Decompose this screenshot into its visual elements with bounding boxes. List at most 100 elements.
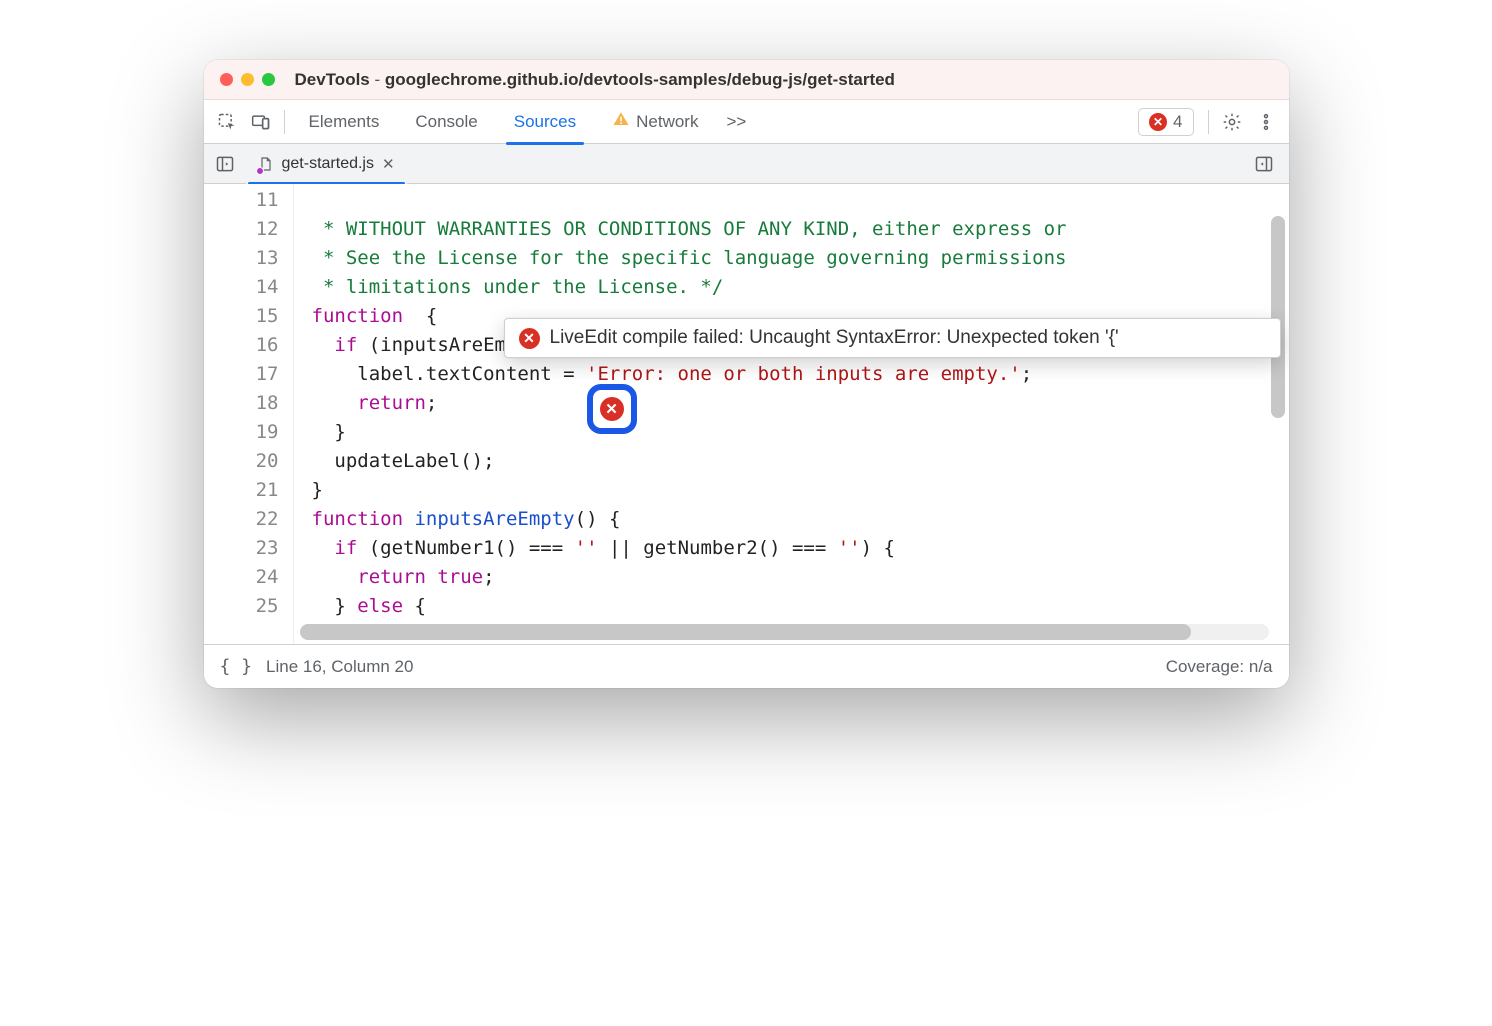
horizontal-scrollbar[interactable] [300,624,1269,640]
show-debugger-button[interactable] [1247,149,1281,179]
line-number[interactable]: 24 [204,563,293,592]
line-number[interactable]: 15 [204,302,293,331]
code-content[interactable]: * WITHOUT WARRANTIES OR CONDITIONS OF AN… [294,184,1275,620]
modified-dot-icon [256,167,264,175]
code-line: updateLabel(); [312,450,495,472]
tab-label: Console [415,112,477,132]
code-line: * limitations under the License. */ [312,276,724,298]
code-token: ; [1021,363,1032,385]
vertical-scrollbar[interactable] [1271,216,1285,620]
error-tooltip: ✕ LiveEdit compile failed: Uncaught Synt… [504,318,1281,358]
code-token: '' [838,537,861,559]
error-count: 4 [1173,112,1182,132]
more-options-button[interactable] [1249,112,1283,132]
line-number[interactable]: 17 [204,360,293,389]
code-token: true [437,566,483,588]
code-token: { [403,305,437,327]
code-line: * WITHOUT WARRANTIES OR CONDITIONS OF AN… [312,218,1067,240]
code-token [312,334,335,356]
line-number[interactable]: 20 [204,447,293,476]
file-tab-name: get-started.js [282,155,374,173]
code-token: 'Error: one or both inputs are empty.' [586,363,1021,385]
code-token: || getNumber2() === [598,537,838,559]
minimize-window-button[interactable] [241,73,254,86]
code-token: } [312,595,358,617]
line-number[interactable]: 14 [204,273,293,302]
device-toolbar-icon[interactable] [244,105,278,139]
code-token [312,537,335,559]
code-token: if [334,537,357,559]
editor-tabstrip: get-started.js ✕ [204,144,1289,184]
line-number[interactable]: 11 [204,186,293,215]
code-token: function [312,508,404,530]
file-icon [258,155,274,173]
code-token: ; [426,392,437,414]
tab-label: Sources [514,112,576,132]
code-token: '' [575,537,598,559]
line-number[interactable]: 13 [204,244,293,273]
tab-sources[interactable]: Sources [496,100,594,144]
code-token: label.textContent = [312,363,587,385]
code-line: * See the License for the specific langu… [312,247,1067,269]
coverage-status: Coverage: n/a [1166,657,1273,677]
window-title-sep: - [375,70,385,89]
pretty-print-button[interactable]: { } [220,656,253,677]
close-tab-button[interactable]: ✕ [382,155,395,173]
code-token: { [403,595,426,617]
inspect-element-icon[interactable] [210,105,244,139]
line-number[interactable]: 16 [204,331,293,360]
file-tab-get-started[interactable]: get-started.js ✕ [246,144,407,184]
code-token: ; [483,566,494,588]
code-token: else [357,595,403,617]
titlebar: DevTools - googlechrome.github.io/devtoo… [204,60,1289,100]
scrollbar-thumb[interactable] [300,624,1191,640]
code-token: (getNumber1() === [357,537,574,559]
devtools-window: DevTools - googlechrome.github.io/devtoo… [204,60,1289,688]
traffic-lights [220,73,275,86]
warning-icon [612,110,630,133]
code-token: ) { [861,537,895,559]
tab-label: Network [636,112,698,132]
tab-elements[interactable]: Elements [291,100,398,144]
error-count-badge[interactable]: ✕ 4 [1138,108,1193,136]
code-token: inputsAreEmpty [414,508,574,530]
code-token: if [334,334,357,356]
line-number[interactable]: 22 [204,505,293,534]
toolbar-separator [284,110,285,134]
code-token [426,566,437,588]
error-icon: ✕ [1149,113,1167,131]
code-token [312,392,358,414]
scrollbar-thumb[interactable] [1271,216,1285,418]
error-icon: ✕ [519,328,540,349]
code-token [403,508,414,530]
overflow-label: >> [726,112,746,131]
line-number[interactable]: 21 [204,476,293,505]
code-token: return [357,566,426,588]
main-toolbar: Elements Console Sources Network >> ✕ 4 [204,100,1289,144]
line-number[interactable]: 25 [204,592,293,621]
close-window-button[interactable] [220,73,233,86]
settings-button[interactable] [1215,112,1249,132]
code-editor[interactable]: 111213141516171819202122232425 * WITHOUT… [204,184,1289,644]
error-icon[interactable]: ✕ [600,397,624,421]
line-number[interactable]: 18 [204,389,293,418]
window-title: DevTools - googlechrome.github.io/devtoo… [295,70,895,90]
line-number[interactable]: 12 [204,215,293,244]
editor-statusbar: { } Line 16, Column 20 Coverage: n/a [204,644,1289,688]
tabs-overflow-button[interactable]: >> [716,112,756,132]
code-token: return [357,392,426,414]
show-navigator-button[interactable] [208,149,242,179]
code-token [312,566,358,588]
tab-console[interactable]: Console [397,100,495,144]
code-token: () { [575,508,621,530]
window-title-url: googlechrome.github.io/devtools-samples/… [385,70,895,89]
code-token: function [312,305,404,327]
line-number[interactable]: 23 [204,534,293,563]
line-number[interactable]: 19 [204,418,293,447]
zoom-window-button[interactable] [262,73,275,86]
line-number-gutter[interactable]: 111213141516171819202122232425 [204,184,294,644]
tab-label: Elements [309,112,380,132]
toolbar-separator [1208,110,1209,134]
tab-network[interactable]: Network [594,100,716,144]
error-message: LiveEdit compile failed: Uncaught Syntax… [550,327,1119,349]
